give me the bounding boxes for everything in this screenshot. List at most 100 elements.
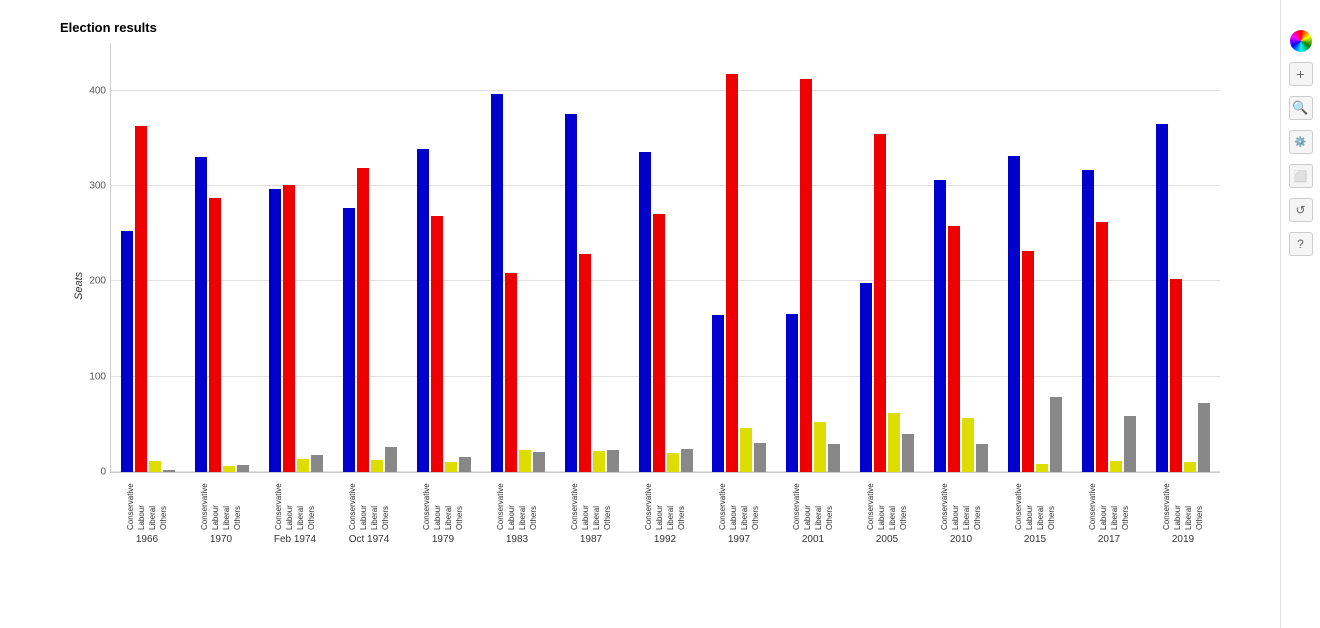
x-label-group: ConservativeLabourLiberalOthers2019 [1146, 475, 1220, 545]
bar-liberal [445, 462, 457, 472]
x-party-label: Conservative [126, 475, 135, 530]
x-party-label: Labour [803, 475, 812, 530]
search-icon[interactable]: 🔍 [1289, 96, 1313, 120]
x-party-label: Others [899, 475, 908, 530]
x-label-group: ConservativeLabourLiberalOthers1997 [702, 475, 776, 545]
x-party-label: Conservative [792, 475, 801, 530]
bar-others [1050, 397, 1062, 472]
bar-others [311, 455, 323, 472]
election-group [481, 43, 555, 472]
bar-liberal [740, 428, 752, 472]
election-group [629, 43, 703, 472]
x-label-group: ConservativeLabourLiberalOthers2005 [850, 475, 924, 545]
x-party-label: Conservative [570, 475, 579, 530]
bar-labour [135, 126, 147, 472]
help-icon[interactable]: ? [1289, 232, 1313, 256]
bar-others [754, 443, 766, 472]
x-party-label: Conservative [1162, 475, 1171, 530]
x-party-label: Conservative [496, 475, 505, 530]
bar-conservative [121, 231, 133, 472]
year-label: 1987 [580, 534, 602, 545]
x-party-label: Conservative [1014, 475, 1023, 530]
bar-liberal [1184, 462, 1196, 472]
bar-labour [874, 134, 886, 472]
refresh-icon[interactable]: ↺ [1289, 198, 1313, 222]
x-party-label: Liberal [444, 475, 453, 530]
election-group [333, 43, 407, 472]
x-label-group: ConservativeLabourLiberalOthers2017 [1072, 475, 1146, 545]
x-party-label: Labour [655, 475, 664, 530]
x-party-label: Conservative [940, 475, 949, 530]
bar-liberal [223, 466, 235, 472]
x-party-label: Labour [877, 475, 886, 530]
x-label-group: ConservativeLabourLiberalOthers2001 [776, 475, 850, 545]
x-party-label: Others [455, 475, 464, 530]
frame-icon[interactable]: ⬜ [1289, 164, 1313, 188]
x-party-label: Labour [359, 475, 368, 530]
x-party-label: Conservative [422, 475, 431, 530]
x-party-label: Others [603, 475, 612, 530]
x-party-label: Liberal [518, 475, 527, 530]
year-label: 1966 [136, 534, 158, 545]
election-group [703, 43, 777, 472]
x-label-group: ConservativeLabourLiberalOthersOct 1974 [332, 475, 406, 545]
year-label: 1997 [728, 534, 750, 545]
year-label: 2005 [876, 534, 898, 545]
x-party-label: Labour [1173, 475, 1182, 530]
x-party-label: Conservative [1088, 475, 1097, 530]
bar-conservative [269, 189, 281, 472]
bar-others [1198, 403, 1210, 472]
bar-liberal [519, 450, 531, 472]
x-label-group: ConservativeLabourLiberalOthersFeb 1974 [258, 475, 332, 545]
x-label-group: ConservativeLabourLiberalOthers1992 [628, 475, 702, 545]
bar-liberal [962, 418, 974, 472]
y-tick-label: 400 [89, 85, 106, 96]
x-party-label: Labour [285, 475, 294, 530]
bar-liberal [667, 453, 679, 472]
bar-liberal [371, 460, 383, 472]
x-party-label: Others [233, 475, 242, 530]
bar-others [828, 444, 840, 472]
zoom-in-icon[interactable]: + [1289, 62, 1313, 86]
x-party-label: Labour [507, 475, 516, 530]
x-party-label: Liberal [888, 475, 897, 530]
bar-others [1124, 416, 1136, 472]
bar-labour [726, 74, 738, 472]
bar-conservative [934, 180, 946, 472]
bar-conservative [195, 157, 207, 472]
bar-labour [1170, 279, 1182, 472]
x-party-label: Liberal [148, 475, 157, 530]
colorwheel-icon[interactable] [1290, 30, 1312, 52]
bar-conservative [1156, 124, 1168, 472]
x-party-label: Conservative [274, 475, 283, 530]
x-label-group: ConservativeLabourLiberalOthers2015 [998, 475, 1072, 545]
x-party-label: Others [751, 475, 760, 530]
year-label: 2019 [1172, 534, 1194, 545]
toolbar: + 🔍 ⚙️ ⬜ ↺ ? [1280, 0, 1320, 628]
y-tick-label: 100 [89, 371, 106, 382]
bar-others [976, 444, 988, 472]
bar-conservative [491, 94, 503, 472]
x-party-label: Liberal [1184, 475, 1193, 530]
year-label: 2015 [1024, 534, 1046, 545]
x-party-label: Labour [211, 475, 220, 530]
year-label: 2017 [1098, 534, 1120, 545]
bar-others [902, 434, 914, 472]
bar-liberal [1036, 464, 1048, 472]
bar-liberal [593, 451, 605, 472]
x-party-label: Others [1121, 475, 1130, 530]
election-group [407, 43, 481, 472]
x-label-group: ConservativeLabourLiberalOthers1979 [406, 475, 480, 545]
x-party-label: Liberal [592, 475, 601, 530]
x-party-label: Liberal [1110, 475, 1119, 530]
bar-conservative [786, 314, 798, 472]
x-party-label: Conservative [866, 475, 875, 530]
settings-icon[interactable]: ⚙️ [1289, 130, 1313, 154]
election-group [259, 43, 333, 472]
bar-conservative [639, 152, 651, 472]
bar-others [681, 449, 693, 472]
chart-area: 0100200300400 [110, 43, 1220, 473]
bar-labour [357, 168, 369, 472]
x-party-label: Others [381, 475, 390, 530]
x-party-label: Labour [1025, 475, 1034, 530]
